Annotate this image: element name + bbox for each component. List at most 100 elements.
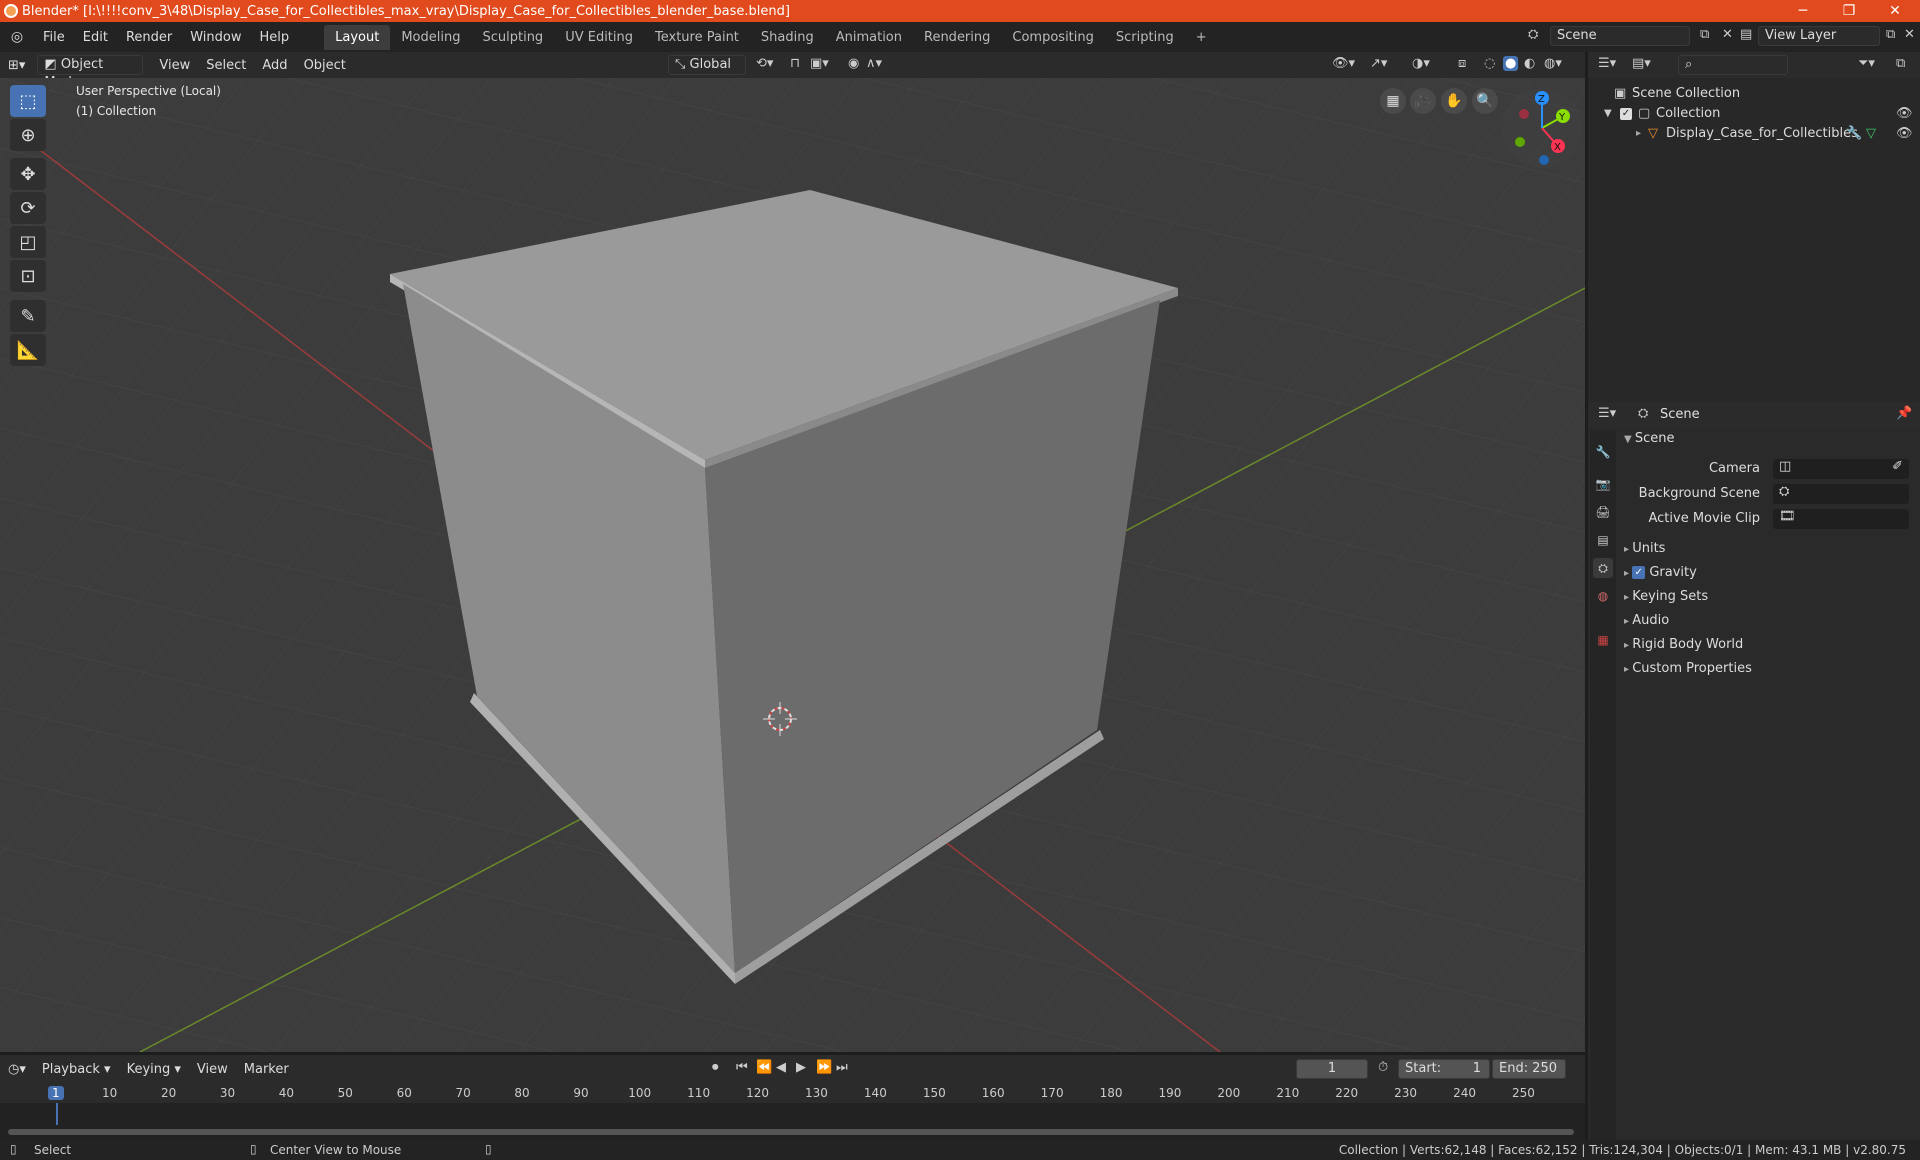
proportional-editing-icon[interactable]: ◉ [848,56,859,71]
view-layer-selector[interactable]: View Layer [1758,26,1880,46]
annotate-tool[interactable]: ✎ [10,300,46,332]
scene-icon[interactable]: ⛭ [1528,27,1544,43]
move-tool[interactable]: ✥ [10,158,46,190]
custom-properties-section-header[interactable]: ▸ Custom Properties [1624,658,1920,680]
timeline-area[interactable] [0,1103,1585,1145]
end-frame-field[interactable]: End: 250 [1492,1059,1566,1079]
outliner-row-scene-collection[interactable]: ▣ Scene Collection [1588,84,1920,104]
editor-type-icon[interactable]: ⊞▾ [0,58,33,73]
render-tab-icon[interactable]: 📷 [1593,474,1613,494]
tab-texture-paint[interactable]: Texture Paint [644,25,750,50]
mesh-data-icon[interactable]: ▽ [1866,124,1876,144]
tab-compositing[interactable]: Compositing [1001,25,1105,50]
tool-tab-icon[interactable]: 🔧 [1593,442,1613,462]
record-icon[interactable]: ⏺ [712,1060,719,1075]
menu-render[interactable]: Render [117,30,181,45]
xray-toggle-icon[interactable]: ⧈ [1458,56,1466,71]
current-frame-field[interactable]: 1 [1296,1059,1368,1079]
close-button[interactable]: ✕ [1872,0,1918,22]
menu-file[interactable]: File [34,30,74,45]
frame-ruler[interactable]: 1 10 20 30 40 50 60 70 80 90 100 110 120 130 140 150 160… [0,1083,1585,1103]
snap-toggle-icon[interactable]: ⊓ [790,56,800,71]
tab-uv-editing[interactable]: UV Editing [554,25,644,50]
pivot-point-icon[interactable]: ⟲▾ [756,56,773,71]
scene-selector[interactable]: Scene [1550,26,1690,46]
view-layer-icon[interactable]: ▤ [1740,27,1752,42]
audio-section-header[interactable]: ▸ Audio [1624,610,1920,632]
tab-shading[interactable]: Shading [750,25,825,50]
new-view-layer-icon[interactable]: ⧉ [1886,27,1895,42]
background-scene-field[interactable]: ⛭ [1773,484,1909,504]
new-scene-icon[interactable]: ⧉ [1700,27,1709,42]
outliner-row-collection[interactable]: ▼ ✓ ▢ Collection 👁 [1588,104,1920,124]
jump-start-icon[interactable]: ⏮ [736,1060,748,1075]
filter-icon[interactable]: ⏷▾ [1858,56,1875,71]
scene-tab-icon[interactable]: ⛭ [1593,558,1613,578]
menu-help[interactable]: Help [251,30,299,45]
pin-icon[interactable]: 📌 [1896,406,1912,421]
collection-visibility-icon[interactable]: 👁 [1896,104,1913,124]
camera-field[interactable]: ◫ ✐ [1773,459,1909,479]
tab-animation[interactable]: Animation [825,25,913,50]
eyedropper-icon[interactable]: ✐ [1892,459,1903,474]
wireframe-shading-icon[interactable]: ◌ [1484,56,1495,71]
material-shading-icon[interactable]: ◐ [1524,56,1535,71]
jump-keyframe-forward-icon[interactable]: ⏩ [816,1060,832,1075]
jump-end-icon[interactable]: ⏭ [836,1060,848,1075]
transform-tool[interactable]: ⊡ [10,260,46,292]
menu-edit[interactable]: Edit [74,30,117,45]
cursor-tool[interactable]: ⊕ [10,119,46,151]
expand-object-icon[interactable]: ▸ [1636,124,1641,144]
scale-tool[interactable]: ◰ [10,226,46,258]
tab-layout[interactable]: Layout [324,24,391,50]
scene-section-header[interactable]: ▼ Scene [1624,428,1920,450]
transform-orientation-selector[interactable]: ⤡ Global ▾ [668,55,746,90]
visibility-icon[interactable]: 👁▾ [1332,56,1355,71]
overlays-toggle-icon[interactable]: ◑▾ [1412,56,1430,71]
world-tab-icon[interactable]: ◍ [1593,586,1613,606]
gravity-section-header[interactable]: ▸ ✓ Gravity [1624,562,1920,584]
tab-modeling[interactable]: Modeling [390,25,471,50]
camera-icon[interactable]: 🎥 [1410,88,1436,114]
view-layer-tab-icon[interactable]: ▤ [1593,530,1613,550]
gizmo-toggle-icon[interactable]: ↗▾ [1370,56,1387,71]
marker-menu[interactable]: Marker [236,1062,297,1077]
timeline-editor-icon[interactable]: ◷▾ [0,1062,34,1077]
mode-selector[interactable]: ◩ Object Mode ▾ [37,55,144,90]
new-collection-icon[interactable]: ⧉ [1896,56,1905,71]
snap-settings-icon[interactable]: ▣▾ [810,56,829,71]
active-movie-clip-field[interactable]: 🎞 [1773,509,1909,529]
menu-add[interactable]: Add [254,58,295,73]
minimize-button[interactable]: ─ [1780,0,1826,22]
zoom-icon[interactable]: 🔍 [1472,88,1498,114]
delete-view-layer-icon[interactable]: ✕ [1904,27,1915,42]
output-tab-icon[interactable]: 🖨 [1593,502,1613,522]
measure-tool[interactable]: 📐 [10,334,46,366]
object-visibility-icon[interactable]: 👁 [1896,124,1913,144]
expand-collection-icon[interactable]: ▼ [1604,104,1612,124]
keying-sets-section-header[interactable]: ▸ Keying Sets [1624,586,1920,608]
preview-range-icon[interactable]: ⏱ [1378,1060,1388,1075]
menu-view[interactable]: View [151,58,198,73]
timeline-view-menu[interactable]: View [189,1062,236,1077]
select-box-tool[interactable]: ⬚ [10,85,46,117]
3d-viewport[interactable]: ⬚ ⊕ ✥ ⟳ ◰ ⊡ ✎ 📐 User Perspective (Local)… [0,78,1585,1052]
rigid-body-world-section-header[interactable]: ▸ Rigid Body World [1624,634,1920,656]
display-mode-icon[interactable]: ▤▾ [1632,56,1651,71]
playback-menu[interactable]: Playback ▾ [34,1062,119,1077]
collection-checkbox[interactable]: ✓ [1620,108,1632,120]
jump-keyframe-back-icon[interactable]: ⏪ [756,1060,772,1075]
play-reverse-icon[interactable]: ◀ [776,1060,786,1075]
timeline-scrollbar[interactable] [8,1129,1574,1135]
menu-window[interactable]: Window [181,30,250,45]
units-section-header[interactable]: ▸ Units [1624,538,1920,560]
keying-menu[interactable]: Keying ▾ [119,1062,189,1077]
play-icon[interactable]: ▶ [796,1060,806,1075]
delete-scene-icon[interactable]: ✕ [1722,27,1733,42]
texture-tab-icon[interactable]: ▦ [1593,630,1613,650]
blender-menu-icon[interactable]: ◎ [0,29,34,45]
outliner-search-input[interactable]: ⌕ [1678,55,1788,75]
properties-editor-icon[interactable]: ☰▾ [1598,406,1616,421]
toggle-camera-view-icon[interactable]: ▦ [1380,88,1406,114]
navigation-gizmo[interactable]: Z Y X [1500,86,1584,170]
